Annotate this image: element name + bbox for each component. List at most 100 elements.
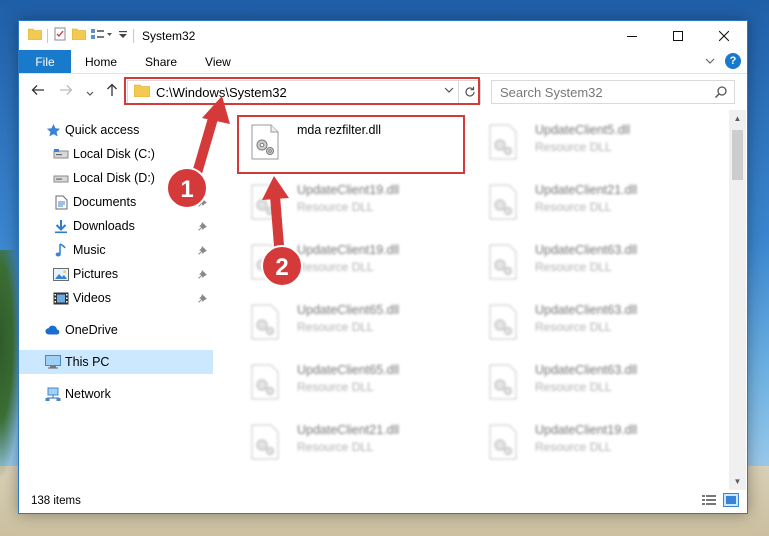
back-arrow-icon xyxy=(31,85,44,95)
tab-file[interactable]: File xyxy=(19,50,71,73)
pin-icon[interactable] xyxy=(198,292,208,306)
file-explorer-window: System32 File Home Share View ? C:\Windo… xyxy=(18,20,748,514)
file-type: Resource DLL xyxy=(535,440,612,454)
pin-icon[interactable] xyxy=(198,268,208,282)
file-item[interactable]: UpdateClient65.dll Resource DLL xyxy=(235,296,455,346)
sidebar-item-this-pc[interactable]: This PC xyxy=(19,350,213,374)
minimize-button[interactable] xyxy=(609,21,655,50)
ribbon-tabs: File Home Share View ? xyxy=(19,50,747,74)
file-list: mda rezfilter.dll UpdateClient19.dll Res… xyxy=(225,110,725,490)
sidebar-item-videos[interactable]: Videos xyxy=(19,286,213,310)
title-bar: System32 xyxy=(19,21,747,50)
scroll-down-icon[interactable]: ▼ xyxy=(729,473,746,490)
dll-file-icon xyxy=(487,424,519,460)
sidebar-item-label: OneDrive xyxy=(65,323,118,337)
drive-icon xyxy=(53,170,69,186)
pin-icon[interactable] xyxy=(198,220,208,234)
search-icon[interactable] xyxy=(714,85,728,102)
maximize-button[interactable] xyxy=(655,21,701,50)
file-type: Resource DLL xyxy=(297,320,374,334)
dll-file-icon xyxy=(487,304,519,340)
sidebar-item-music[interactable]: Music xyxy=(19,238,213,262)
file-name: UpdateClient63.dll xyxy=(535,303,638,317)
back-button[interactable] xyxy=(31,83,45,101)
file-name: UpdateClient19.dll xyxy=(297,243,400,257)
navigation-bar: C:\Windows\System32 Search System32 xyxy=(19,74,747,110)
sidebar-item-quick-access[interactable]: Quick access xyxy=(19,118,213,142)
dll-file-icon xyxy=(249,304,281,340)
file-item[interactable]: UpdateClient21.dll Resource DLL xyxy=(235,416,455,466)
dll-file-icon xyxy=(249,364,281,400)
file-item[interactable]: UpdateClient19.dll Resource DLL xyxy=(235,176,455,226)
sidebar-item-local-disk-d[interactable]: Local Disk (D:) xyxy=(19,166,213,190)
dll-file-icon xyxy=(249,184,281,220)
vertical-scrollbar[interactable]: ▲ ▼ xyxy=(729,110,746,490)
close-button[interactable] xyxy=(701,21,747,50)
sidebar-item-label: Local Disk (D:) xyxy=(73,171,155,185)
file-item[interactable]: UpdateClient63.dll Resource DLL xyxy=(473,236,693,286)
chevron-down-icon xyxy=(86,91,94,96)
help-icon[interactable]: ? xyxy=(725,53,741,69)
dll-file-icon xyxy=(487,364,519,400)
network-icon xyxy=(45,386,61,402)
forward-button[interactable] xyxy=(59,83,73,101)
expand-ribbon-icon[interactable] xyxy=(705,54,715,68)
file-name: UpdateClient63.dll xyxy=(535,243,638,257)
sidebar-item-documents[interactable]: Documents xyxy=(19,190,213,214)
sidebar-item-label: This PC xyxy=(65,355,110,369)
forward-arrow-icon xyxy=(60,85,73,95)
file-item[interactable]: UpdateClient63.dll Resource DLL xyxy=(473,356,693,406)
up-button[interactable] xyxy=(105,83,119,101)
folder-icon xyxy=(27,28,43,43)
sidebar-item-label: Music xyxy=(73,243,106,257)
sidebar-item-label: Quick access xyxy=(65,123,140,137)
videos-icon xyxy=(53,290,69,306)
tab-share[interactable]: Share xyxy=(131,50,191,73)
large-icons-view-icon[interactable] xyxy=(723,493,739,510)
search-input[interactable]: Search System32 xyxy=(500,85,603,100)
file-item[interactable]: UpdateClient19.dll Resource DLL xyxy=(235,236,455,286)
sidebar-item-downloads[interactable]: Downloads xyxy=(19,214,213,238)
tab-view[interactable]: View xyxy=(191,50,245,73)
window-title: System32 xyxy=(142,28,196,43)
onedrive-cloud-icon xyxy=(45,322,61,338)
toolbar-separator xyxy=(47,28,48,43)
file-type: Resource DLL xyxy=(535,320,612,334)
file-item[interactable]: UpdateClient5.dll Resource DLL xyxy=(473,116,693,166)
sidebar-item-label: Videos xyxy=(73,291,111,305)
file-item[interactable]: UpdateClient19.dll Resource DLL xyxy=(473,416,693,466)
sidebar-item-network[interactable]: Network xyxy=(19,382,213,406)
new-folder-icon[interactable] xyxy=(71,28,87,43)
sidebar-item-onedrive[interactable]: OneDrive xyxy=(19,318,213,342)
quick-access-dropdown-icon[interactable] xyxy=(118,28,128,43)
file-item[interactable]: UpdateClient65.dll Resource DLL xyxy=(235,356,455,406)
minimize-icon xyxy=(627,35,637,37)
scrollbar-thumb[interactable] xyxy=(732,130,743,180)
file-item[interactable]: UpdateClient63.dll Resource DLL xyxy=(473,296,693,346)
recent-locations-button[interactable] xyxy=(86,85,94,102)
item-count: 138 items xyxy=(31,495,81,507)
address-dropdown-icon[interactable] xyxy=(444,85,454,97)
refresh-button[interactable] xyxy=(458,81,480,103)
refresh-icon xyxy=(464,86,475,97)
scroll-up-icon[interactable]: ▲ xyxy=(729,110,746,127)
tab-home[interactable]: Home xyxy=(71,50,131,73)
music-icon xyxy=(53,242,69,258)
search-box[interactable]: Search System32 xyxy=(491,80,735,104)
pin-icon[interactable] xyxy=(198,196,208,210)
file-name: UpdateClient21.dll xyxy=(297,423,400,437)
customize-toolbar-icon[interactable] xyxy=(91,28,113,43)
sidebar-item-pictures[interactable]: Pictures xyxy=(19,262,213,286)
properties-icon[interactable] xyxy=(53,27,67,44)
file-type: Resource DLL xyxy=(535,200,612,214)
file-item[interactable]: UpdateClient21.dll Resource DLL xyxy=(473,176,693,226)
pictures-icon xyxy=(53,266,69,282)
address-bar[interactable]: C:\Windows\System32 xyxy=(127,80,481,104)
pin-icon[interactable] xyxy=(198,244,208,258)
file-item-highlighted[interactable]: mda rezfilter.dll xyxy=(235,116,455,166)
file-name: UpdateClient19.dll xyxy=(297,183,400,197)
up-arrow-icon xyxy=(107,83,117,96)
maximize-icon xyxy=(673,30,683,41)
sidebar-item-local-disk-c[interactable]: Local Disk (C:) xyxy=(19,142,213,166)
details-view-icon[interactable] xyxy=(701,493,717,510)
